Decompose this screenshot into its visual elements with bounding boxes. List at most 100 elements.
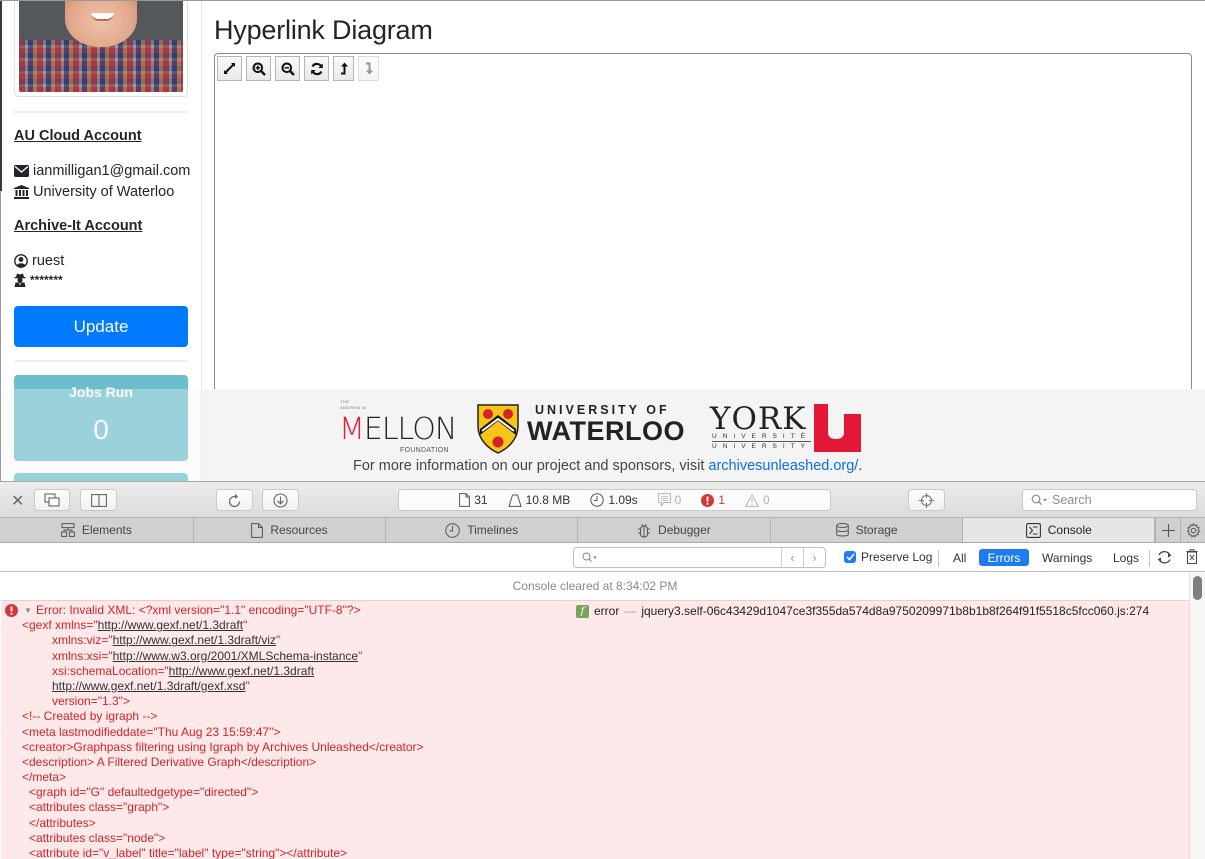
scrollbar-thumb[interactable] bbox=[1193, 576, 1202, 600]
tab-elements[interactable]: Elements bbox=[0, 518, 194, 542]
activity-viewer[interactable]: 31 10.8 MB 1.09s 0 1 0 bbox=[398, 489, 831, 511]
resource-count-value: 31 bbox=[474, 493, 488, 507]
filter-all[interactable]: All bbox=[945, 549, 974, 566]
arrow-up-icon bbox=[340, 62, 348, 75]
avatar bbox=[14, 1, 188, 97]
raise-button[interactable] bbox=[333, 56, 354, 81]
lower-button[interactable] bbox=[358, 56, 379, 81]
gear-icon bbox=[1186, 522, 1200, 538]
mellon-logo: THE ANDREW W. MELLON FOUNDATION bbox=[339, 399, 461, 459]
inspector-settings-button[interactable] bbox=[1180, 518, 1205, 542]
tab-debugger[interactable]: Debugger bbox=[578, 518, 771, 542]
load-time[interactable]: 1.09s bbox=[590, 493, 638, 507]
zoom-out-icon bbox=[281, 62, 295, 76]
clear-on-reload-button[interactable] bbox=[1156, 549, 1173, 571]
resource-count[interactable]: 31 bbox=[459, 493, 488, 507]
mellon-foundation: FOUNDATION bbox=[400, 447, 449, 454]
source-file-link[interactable]: jquery3.self-06c43429d1047ce3f355da574d8… bbox=[641, 604, 1149, 618]
checkbox-checked-icon[interactable] bbox=[844, 551, 856, 563]
filter-query[interactable] bbox=[574, 548, 781, 567]
archives-unleashed-link[interactable]: archivesunleashed.org/ bbox=[708, 458, 858, 474]
close-inspector-button[interactable]: ✕ bbox=[11, 491, 24, 511]
sidebar: AU Cloud Account ianmilligan1@gmail.com … bbox=[0, 1, 202, 481]
plus-icon bbox=[1161, 523, 1175, 537]
error-line: <creator>Graphpass filtering using Igrap… bbox=[22, 739, 424, 754]
york-logo: YORK UNIVERSITÉ UNIVERSITY bbox=[710, 399, 870, 459]
crosshair-icon bbox=[919, 492, 934, 508]
tab-storage[interactable]: Storage bbox=[771, 518, 964, 542]
previous-match-button[interactable]: ‹ bbox=[781, 548, 803, 567]
function-name: error bbox=[594, 604, 620, 618]
zoom-in-icon bbox=[252, 62, 266, 76]
inspector-tab-bar: Elements Resources Timelines Debugger St… bbox=[0, 518, 1205, 543]
username-row: ruest bbox=[14, 253, 64, 269]
search-icon bbox=[582, 552, 597, 562]
error-line: <gexf xmlns="http://www.gexf.net/1.3draf… bbox=[22, 618, 248, 633]
refresh-button[interactable] bbox=[304, 56, 329, 81]
error-line: Error: Invalid XML: <?xml version="1.1" … bbox=[36, 603, 361, 617]
database-icon bbox=[835, 523, 849, 537]
bug-icon bbox=[638, 523, 651, 537]
next-match-button[interactable]: › bbox=[803, 548, 825, 567]
error-line: <attribute id="v_label" title="label" ty… bbox=[29, 846, 348, 859]
error-line: xmlns:xsi="http://www.w3.org/2001/XMLSch… bbox=[52, 648, 363, 663]
inspector-search-input[interactable]: Search bbox=[1022, 489, 1197, 511]
console-icon bbox=[1025, 522, 1041, 538]
preserve-log-checkbox[interactable]: Preserve Log bbox=[844, 550, 932, 564]
filter-warnings[interactable]: Warnings bbox=[1034, 549, 1100, 566]
user-circle-icon bbox=[14, 254, 28, 268]
console-error-message[interactable]: ▼ Error: Invalid XML: <?xml version="1.1… bbox=[1, 600, 1189, 859]
new-tab-button[interactable] bbox=[1155, 518, 1180, 542]
resource-size[interactable]: 10.8 MB bbox=[507, 493, 570, 507]
fullscreen-button[interactable] bbox=[217, 56, 242, 81]
email-row: ianmilligan1@gmail.com bbox=[14, 163, 190, 179]
zoom-out-button[interactable] bbox=[275, 56, 300, 81]
error-line: http://www.gexf.net/1.3draft/gexf.xsd" bbox=[52, 678, 250, 693]
error-count-value: 1 bbox=[718, 493, 726, 507]
detach-window-button[interactable] bbox=[34, 489, 70, 511]
error-source-location[interactable]: f error — jquery3.self-06c43429d1047ce3f… bbox=[576, 604, 1189, 618]
error-line: <meta lastmodifieddate="Thu Aug 23 15:59… bbox=[22, 724, 281, 739]
error-url-link[interactable]: http://www.gexf.net/1.3draft/gexf.xsd bbox=[52, 679, 245, 693]
waterloo-logo: UNIVERSITY OF WATERLOO bbox=[477, 399, 705, 459]
console-scrollbar[interactable] bbox=[1189, 573, 1205, 859]
password-row: ******* bbox=[14, 273, 63, 287]
inspect-element-button[interactable] bbox=[908, 489, 945, 511]
dock-side-button[interactable] bbox=[80, 489, 117, 511]
divider bbox=[14, 360, 188, 362]
footer-text-suffix: . bbox=[858, 458, 863, 474]
tab-console[interactable]: Console bbox=[963, 518, 1156, 542]
dock-side-icon bbox=[90, 493, 107, 507]
load-time-value: 1.09s bbox=[608, 493, 638, 507]
hyperlink-diagram-canvas[interactable] bbox=[214, 53, 1192, 393]
error-line: <!-- Created by igraph --> bbox=[22, 709, 158, 724]
zoom-in-button[interactable] bbox=[246, 56, 271, 81]
arrow-down-icon bbox=[365, 62, 373, 75]
clock-icon bbox=[590, 493, 605, 507]
error-line: <attributes class="node"> bbox=[29, 830, 166, 845]
update-button[interactable]: Update bbox=[14, 306, 188, 347]
cloud-account-heading: AU Cloud Account bbox=[14, 128, 142, 144]
error-count[interactable]: 1 bbox=[701, 493, 725, 507]
tab-timelines[interactable]: Timelines bbox=[386, 518, 579, 542]
diagram-toolbar bbox=[217, 56, 379, 81]
error-url-link[interactable]: http://www.gexf.net/1.3draft bbox=[98, 618, 243, 632]
york-word: YORK bbox=[710, 401, 807, 437]
warning-count[interactable]: 0 bbox=[745, 493, 770, 507]
error-url-link[interactable]: http://www.gexf.net/1.3draft bbox=[169, 664, 314, 678]
log-count-value: 0 bbox=[674, 493, 682, 507]
console-filter-input[interactable]: ‹ › bbox=[573, 547, 826, 568]
clear-console-button[interactable] bbox=[1186, 549, 1198, 569]
reload-page-button[interactable] bbox=[216, 489, 253, 511]
email-text: ianmilligan1@gmail.com bbox=[33, 163, 191, 179]
clock-icon bbox=[445, 522, 461, 538]
error-url-link[interactable]: http://www.w3.org/2001/XMLSchema-instanc… bbox=[113, 649, 358, 663]
reload-icon bbox=[228, 493, 240, 507]
page-title: Hyperlink Diagram bbox=[214, 15, 433, 45]
filter-errors[interactable]: Errors bbox=[979, 549, 1029, 566]
download-archive-button[interactable] bbox=[262, 489, 299, 511]
error-url-link[interactable]: http://www.gexf.net/1.3draft/viz bbox=[113, 633, 276, 647]
log-count[interactable]: 0 bbox=[657, 493, 682, 507]
filter-logs[interactable]: Logs bbox=[1105, 549, 1147, 566]
tab-resources[interactable]: Resources bbox=[194, 518, 387, 542]
